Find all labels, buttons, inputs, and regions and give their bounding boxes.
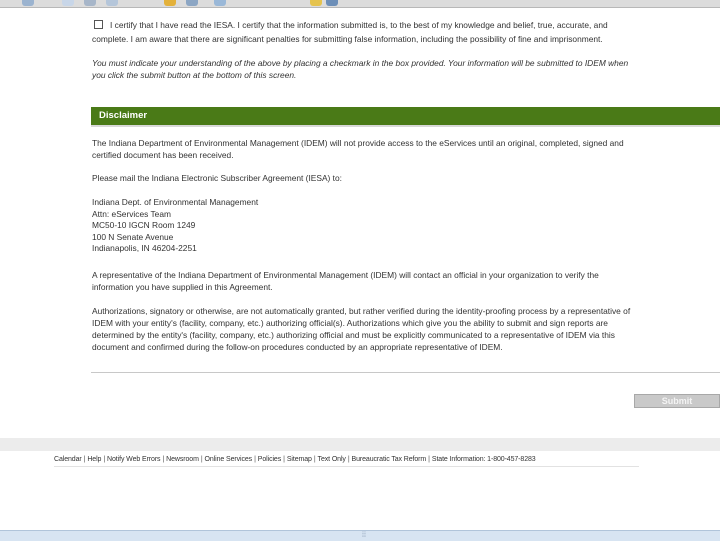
- history-icon[interactable]: [186, 0, 198, 6]
- back-icon[interactable]: [22, 0, 34, 6]
- certify-text-line2: complete. I am aware that there are sign…: [92, 34, 603, 44]
- folder-icon[interactable]: [310, 0, 322, 6]
- notice-line1: You must indicate your understanding of …: [92, 58, 629, 68]
- footer-links: Calendar | Help | Notify Web Errors | Newsroom…: [54, 456, 536, 463]
- disclaimer-p4-line4: document and confirmed during the follow…: [92, 342, 503, 352]
- edit-icon[interactable]: [214, 0, 226, 6]
- tools-icon[interactable]: [326, 0, 338, 6]
- footer-link-tax-reform[interactable]: Bureaucratic Tax Reform: [352, 456, 427, 463]
- footer-separator: |: [83, 456, 86, 463]
- address-line: Attn: eServices Team: [92, 208, 171, 219]
- notice-line2: you click the submit button at the botto…: [92, 70, 297, 80]
- mail-icon[interactable]: [106, 0, 118, 6]
- page-content: I certify that I have read the IESA. I c…: [0, 8, 720, 438]
- page-icon[interactable]: [62, 0, 74, 6]
- favorites-icon[interactable]: [164, 0, 176, 6]
- footer-link-help[interactable]: Help: [87, 456, 101, 463]
- browser-toolbar: [0, 0, 720, 8]
- footer-separator: |: [200, 456, 203, 463]
- footer-separator: |: [103, 456, 106, 463]
- footer-state-info: State Information: 1-800-457-8283: [431, 456, 536, 463]
- footer-underline: [54, 466, 639, 467]
- disclaimer-p4-line1: Authorizations, signatory or otherwise, …: [92, 306, 631, 316]
- disclaimer-p2: Please mail the Indiana Electronic Subsc…: [92, 173, 342, 183]
- footer-separator: |: [254, 456, 256, 463]
- footer-separator: |: [347, 456, 350, 463]
- resize-grip-icon[interactable]: ⁞⁞: [362, 532, 366, 539]
- disclaimer-p3-line2: information you have supplied in this Ag…: [92, 282, 273, 292]
- footer-link-sitemap[interactable]: Sitemap: [287, 456, 312, 463]
- certify-text-line1: I certify that I have read the IESA. I c…: [110, 20, 608, 30]
- address-line: Indianapolis, IN 46204-2251: [92, 243, 197, 253]
- print-icon[interactable]: [84, 0, 96, 6]
- address-line: 100 N Senate Avenue: [92, 231, 174, 242]
- content-divider: [91, 372, 720, 373]
- mailing-address: Indiana Dept. of Environmental Managemen…: [92, 197, 392, 255]
- footer-separator: |: [162, 456, 165, 463]
- footer-separator: |: [283, 456, 285, 463]
- disclaimer-p4-line2: IDEM with your entity's (facility, compa…: [92, 318, 608, 328]
- disclaimer-header: Disclaimer: [91, 107, 720, 127]
- footer-link-calendar[interactable]: Calendar: [54, 456, 82, 463]
- address-line: MC50-10 IGCN Room 1249: [92, 220, 196, 230]
- footer-link-newsroom[interactable]: Newsroom: [166, 456, 199, 463]
- submit-button[interactable]: Submit: [634, 394, 720, 408]
- disclaimer-p1-line2: certified document has been received.: [92, 150, 234, 160]
- certify-checkbox[interactable]: [94, 20, 103, 29]
- footer-separator: |: [428, 456, 430, 463]
- disclaimer-title: Disclaimer: [99, 110, 148, 121]
- site-footer: Calendar | Help | Notify Web Errors | Newsroom…: [0, 451, 720, 471]
- page-gap: [0, 438, 720, 451]
- footer-link-online-services[interactable]: Online Services: [205, 456, 253, 463]
- footer-link-text-only[interactable]: Text Only: [318, 456, 346, 463]
- footer-link-policies[interactable]: Policies: [258, 456, 281, 463]
- address-line: Indiana Dept. of Environmental Managemen…: [92, 197, 259, 207]
- disclaimer-p1-line1: The Indiana Department of Environmental …: [92, 138, 624, 148]
- disclaimer-p4-line3: determined by the entity's (facility, co…: [92, 330, 615, 340]
- disclaimer-p3-line1: A representative of the Indiana Departme…: [92, 270, 599, 280]
- footer-separator: |: [313, 456, 316, 463]
- footer-link-notify-errors[interactable]: Notify Web Errors: [107, 456, 161, 463]
- status-bar: ⁞⁞: [0, 530, 720, 541]
